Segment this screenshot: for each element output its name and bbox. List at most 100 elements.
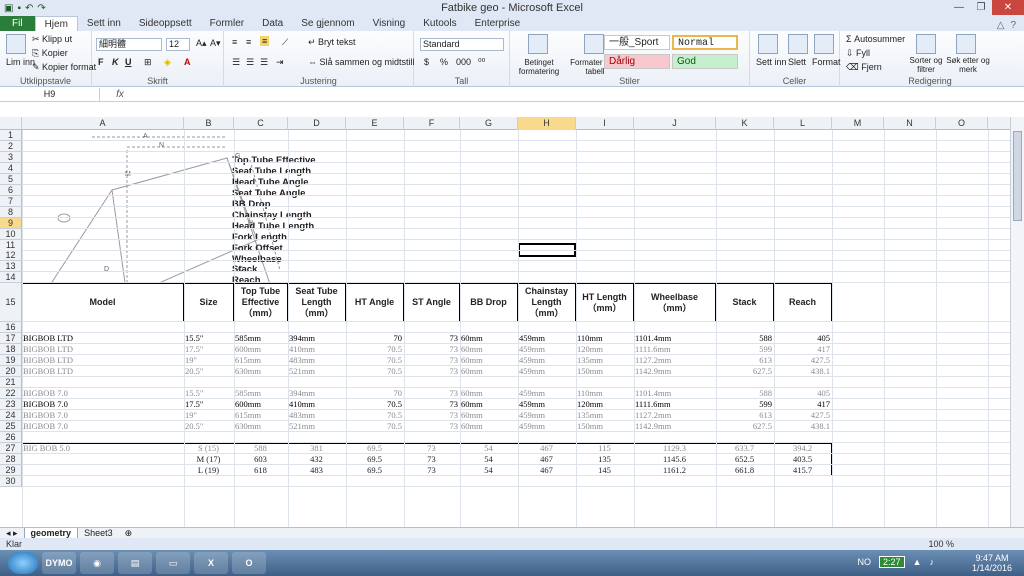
column-header[interactable]: O — [936, 117, 988, 130]
network-icon[interactable]: ▲ — [913, 557, 922, 567]
row-header[interactable]: 9 — [0, 218, 22, 229]
language-indicator[interactable]: NO — [858, 557, 872, 567]
insert-cells-icon[interactable] — [758, 34, 778, 54]
row-header[interactable]: 14 — [0, 272, 22, 283]
taskbar-dymo[interactable]: DYMO — [42, 552, 76, 574]
merge-center-button[interactable]: ⇔ Slå sammen og midtstill — [308, 57, 415, 67]
format-cells-button[interactable]: Format — [812, 57, 841, 67]
style-sport[interactable]: 一般_Sport ... — [604, 35, 670, 62]
row-header[interactable]: 13 — [0, 261, 22, 272]
currency-button[interactable]: $ — [424, 57, 429, 67]
start-button[interactable] — [8, 552, 38, 574]
sheet-tab-sheet3[interactable]: Sheet3 — [78, 528, 119, 539]
format-painter-button[interactable]: ✎ Kopier format — [32, 62, 96, 73]
worksheet-grid[interactable]: A N G M H D C E F K Top Tube EffectiveSe… — [22, 130, 1010, 527]
sheet-tab-geometry[interactable]: geometry — [23, 527, 79, 539]
tab-page-layout[interactable]: Sideoppsett — [130, 16, 201, 31]
conditional-formatting-button[interactable]: Betinget formatering — [512, 58, 566, 76]
close-button[interactable]: ✕ — [992, 0, 1024, 15]
row-header[interactable]: 15 — [0, 283, 22, 322]
row-header[interactable]: 29 — [0, 465, 22, 476]
taskbar-explorer-icon[interactable]: ▭ — [156, 552, 190, 574]
column-header[interactable]: F — [404, 117, 460, 130]
decimals-icon[interactable]: ⁰⁰ — [478, 57, 485, 68]
row-header[interactable]: 8 — [0, 207, 22, 218]
battery-indicator[interactable]: 2:27 — [879, 556, 905, 568]
row-header[interactable]: 4 — [0, 163, 22, 174]
italic-button[interactable]: K — [112, 57, 119, 67]
taskbar-excel-icon[interactable]: X — [194, 552, 228, 574]
row-header[interactable]: 30 — [0, 476, 22, 487]
clear-button[interactable]: ⌫ Fjern — [846, 62, 882, 73]
column-header[interactable]: D — [288, 117, 346, 130]
column-header[interactable]: G — [460, 117, 518, 130]
column-header[interactable]: E — [346, 117, 404, 130]
row-header[interactable]: 18 — [0, 344, 22, 355]
number-format-select[interactable]: Standard — [420, 38, 504, 51]
thousands-button[interactable]: 000 — [456, 57, 471, 67]
row-header[interactable]: 22 — [0, 388, 22, 399]
row-header[interactable]: 24 — [0, 410, 22, 421]
align-right-icon[interactable]: ☰ — [260, 57, 268, 68]
row-header[interactable]: 12 — [0, 250, 22, 261]
font-name-select[interactable]: 細明體 — [96, 38, 162, 51]
align-top-icon[interactable]: ≡ — [232, 37, 237, 47]
grow-font-button[interactable]: A▴ — [196, 38, 207, 49]
column-header[interactable]: C — [234, 117, 288, 130]
underline-button[interactable]: U — [125, 57, 132, 67]
align-left-icon[interactable]: ☰ — [232, 57, 240, 68]
row-header[interactable]: 5 — [0, 174, 22, 185]
delete-cells-icon[interactable] — [788, 34, 808, 54]
name-box[interactable]: H9 — [0, 88, 100, 101]
formula-input[interactable] — [140, 88, 1024, 101]
paste-icon[interactable] — [6, 34, 26, 54]
row-header[interactable]: 7 — [0, 196, 22, 207]
ribbon-minimize-icon[interactable]: △ — [997, 20, 1005, 31]
borders-icon[interactable]: ⊞ — [144, 57, 152, 68]
taskbar-chrome-icon[interactable]: ◉ — [80, 552, 114, 574]
row-header[interactable]: 10 — [0, 229, 22, 240]
row-header[interactable]: 21 — [0, 377, 22, 388]
vertical-scrollbar[interactable] — [1010, 117, 1024, 527]
format-as-table-icon[interactable] — [584, 34, 604, 54]
row-header[interactable]: 2 — [0, 141, 22, 152]
fill-color-icon[interactable]: ◈ — [164, 57, 171, 68]
row-header[interactable]: 16 — [0, 322, 22, 333]
column-header[interactable]: A — [22, 117, 184, 130]
volume-icon[interactable]: ♪ — [930, 557, 935, 567]
delete-cells-button[interactable]: Slett — [788, 57, 806, 67]
autosum-button[interactable]: Σ Autosummer — [846, 34, 905, 44]
column-header[interactable]: I — [576, 117, 634, 130]
tab-enterprise[interactable]: Enterprise — [466, 16, 530, 31]
align-middle-icon[interactable]: ≡ — [246, 37, 251, 47]
column-header[interactable]: M — [832, 117, 884, 130]
taskbar-outlook-icon[interactable]: O — [232, 552, 266, 574]
scrollbar-thumb[interactable] — [1013, 131, 1022, 221]
row-header[interactable]: 6 — [0, 185, 22, 196]
sort-filter-button[interactable]: Sorter og filtrer — [904, 56, 948, 74]
fill-button[interactable]: ⇩ Fyll — [846, 48, 870, 59]
orientation-icon[interactable]: ⟋ — [282, 37, 288, 48]
sort-filter-icon[interactable] — [916, 34, 936, 54]
find-select-button[interactable]: Søk etter og merk — [946, 56, 990, 74]
wrap-text-button[interactable]: ↵ Bryt tekst — [308, 37, 356, 48]
align-bottom-icon[interactable]: ≡ — [260, 36, 270, 46]
cut-button[interactable]: ✂ Klipp ut — [32, 34, 72, 45]
taskbar-clock[interactable]: 9:47 AM 1/14/2016 — [972, 553, 1012, 573]
insert-cells-button[interactable]: Sett inn — [756, 57, 787, 67]
tab-home[interactable]: Hjem — [34, 16, 78, 31]
font-size-select[interactable]: 12 — [166, 38, 190, 51]
row-header[interactable]: 20 — [0, 366, 22, 377]
zoom-level[interactable]: 100 % — [928, 538, 954, 550]
format-cells-icon[interactable] — [814, 34, 834, 54]
row-header[interactable]: 19 — [0, 355, 22, 366]
style-bad[interactable]: Dårlig — [604, 54, 670, 69]
row-header[interactable]: 1 — [0, 130, 22, 141]
conditional-formatting-icon[interactable] — [528, 34, 548, 54]
sheet-nav-arrows[interactable]: ◂ ▸ — [0, 528, 24, 539]
percent-button[interactable]: % — [440, 57, 448, 67]
insert-function-button[interactable]: fx — [100, 89, 140, 100]
column-header[interactable]: K — [716, 117, 774, 130]
font-color-icon[interactable]: A — [184, 57, 191, 67]
bold-button[interactable]: F — [98, 57, 104, 67]
